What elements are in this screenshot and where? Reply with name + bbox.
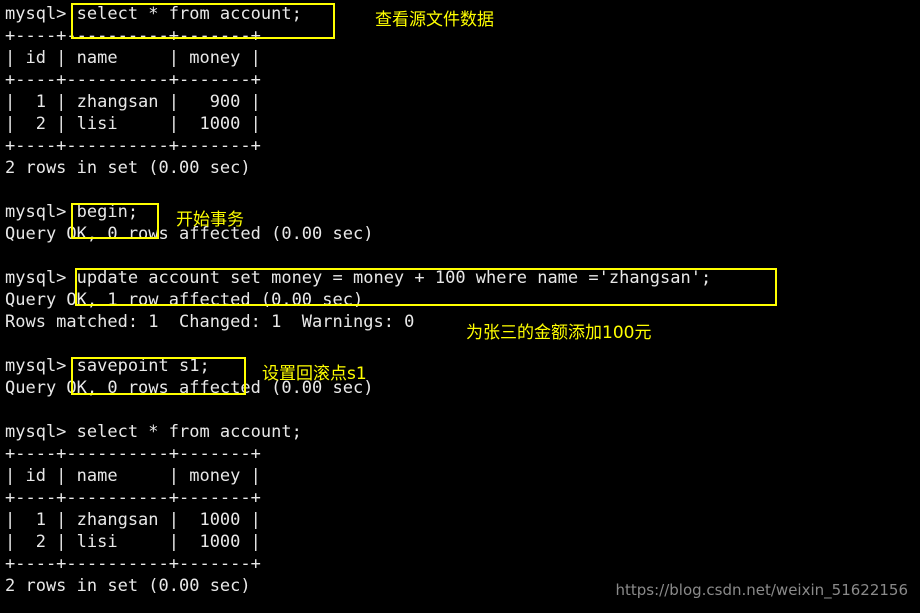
terminal-line: | 1 | zhangsan | 900 |	[5, 92, 261, 112]
terminal-line: mysql> select * from account;	[5, 422, 302, 442]
terminal-line: | 2 | lisi | 1000 |	[5, 114, 261, 134]
terminal-output: mysql> select * from account; +----+----…	[5, 3, 915, 597]
terminal-line: | id | name | money |	[5, 466, 261, 486]
terminal-line: +----+----------+-------+	[5, 70, 261, 90]
terminal-line: +----+----------+-------+	[5, 554, 261, 574]
annotation-view-source-data: 查看源文件数据	[375, 10, 494, 30]
terminal-line: Query OK, 0 rows affected (0.00 sec)	[5, 224, 374, 244]
terminal-line: +----+----------+-------+	[5, 488, 261, 508]
terminal-line: Rows matched: 1 Changed: 1 Warnings: 0	[5, 312, 415, 332]
watermark-url: https://blog.csdn.net/weixin_51622156	[615, 581, 908, 599]
terminal-line: mysql> begin;	[5, 202, 139, 222]
terminal-line: Query OK, 0 rows affected (0.00 sec)	[5, 378, 374, 398]
terminal-screen: mysql> select * from account; +----+----…	[0, 0, 920, 613]
terminal-line: Query OK, 1 row affected (0.00 sec)	[5, 290, 364, 310]
terminal-line: mysql> update account set money = money …	[5, 268, 712, 288]
annotation-add-100: 为张三的金额添加100元	[466, 323, 652, 343]
terminal-line: 2 rows in set (0.00 sec)	[5, 158, 251, 178]
annotation-begin-transaction: 开始事务	[176, 210, 244, 230]
terminal-line: +----+----------+-------+	[5, 136, 261, 156]
terminal-line: | 1 | zhangsan | 1000 |	[5, 510, 261, 530]
terminal-line: +----+----------+-------+	[5, 444, 261, 464]
annotation-set-savepoint: 设置回滚点s1	[262, 364, 367, 384]
terminal-line: | id | name | money |	[5, 48, 261, 68]
terminal-line: | 2 | lisi | 1000 |	[5, 532, 261, 552]
terminal-line: mysql> savepoint s1;	[5, 356, 210, 376]
